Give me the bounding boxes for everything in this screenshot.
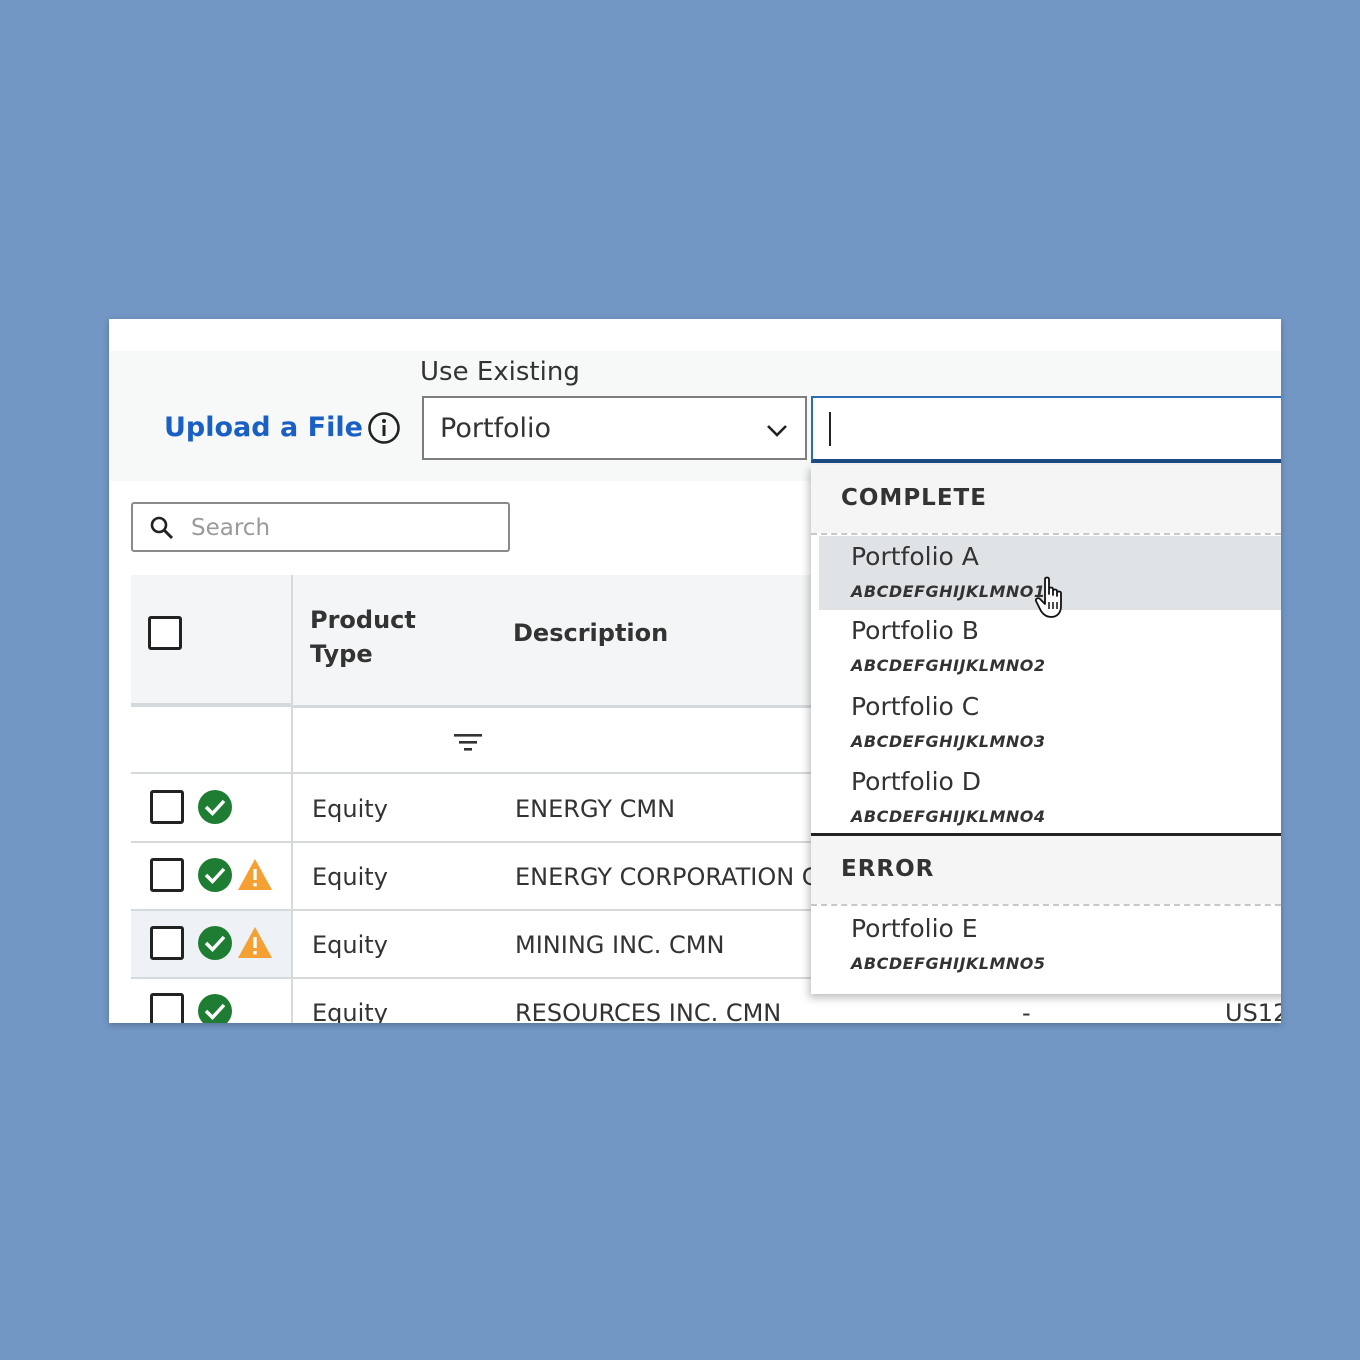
cell-product-type: Equity [312,931,388,959]
group-label: COMPLETE [841,485,987,511]
option-code: ABCDEFGHIJKLMNO3 [851,732,1046,751]
column-header-product-type[interactable]: Product Type [310,603,430,671]
check-circle-icon [198,858,232,892]
option-portfolio-c[interactable]: Portfolio C ABCDEFGHIJKLMNO3 [819,686,1281,760]
option-name: Portfolio A [851,542,979,571]
check-circle-icon [198,926,232,960]
hand-pointer-icon [1034,576,1062,618]
warning-icon [238,927,272,958]
option-portfolio-d[interactable]: Portfolio D ABCDEFGHIJKLMNO4 [819,761,1281,835]
select-all-checkbox[interactable] [148,616,182,650]
cell-description: MINING INC. CMN [515,931,725,959]
table-row[interactable]: Equity ENERGY CMN [131,775,831,841]
source-type-select[interactable]: Portfolio [422,396,807,460]
table-row[interactable]: Equity MINING INC. CMN [131,911,831,977]
option-code: ABCDEFGHIJKLMNO4 [851,807,1046,826]
row-checkbox[interactable] [150,790,184,824]
row-checkbox[interactable] [150,993,184,1023]
source-type-value: Portfolio [440,413,552,444]
search-field[interactable] [131,502,510,552]
chevron-down-icon [767,425,787,437]
option-code: ABCDEFGHIJKLMNO5 [851,954,1046,973]
info-icon[interactable] [367,411,401,445]
header-divider [131,703,291,707]
cell-product-type: Equity [312,795,388,823]
group-divider [811,904,1281,906]
cell-description: ENERGY CORPORATION CMN [515,863,858,891]
check-circle-icon [198,994,232,1023]
option-code: ABCDEFGHIJKLMNO1 [851,582,1046,601]
text-caret [829,412,831,446]
cell-product-type: Equity [312,863,388,891]
group-header-error: ERROR [811,836,1281,904]
filter-row-divider [131,772,831,774]
group-header-complete: COMPLETE [811,465,1281,533]
table-row[interactable]: Equity ENERGY CORPORATION CMN [131,843,857,909]
cell-code: US12 [1225,999,1281,1023]
use-existing-label: Use Existing [420,357,580,387]
upload-panel: Upload a File Use Existing Portfolio Pro… [109,319,1281,1023]
warning-icon [238,859,272,890]
option-name: Portfolio C [851,692,980,721]
search-input[interactable] [189,510,493,546]
group-label: ERROR [841,856,935,882]
cell-extra: - [1022,999,1031,1023]
upload-file-link[interactable]: Upload a File [164,412,363,443]
portfolio-dropdown: COMPLETE Portfolio A ABCDEFGHIJKLMNO1 Po… [811,465,1281,994]
cell-product-type: Equity [312,999,388,1023]
option-name: Portfolio B [851,616,979,645]
filter-icon[interactable] [453,730,483,754]
row-checkbox[interactable] [150,926,184,960]
row-checkbox[interactable] [150,858,184,892]
column-header-description[interactable]: Description [513,619,668,647]
group-divider [811,533,1281,535]
option-name: Portfolio D [851,767,982,796]
option-name: Portfolio E [851,914,978,943]
option-code: ABCDEFGHIJKLMNO2 [851,656,1046,675]
portfolio-combo-input[interactable] [811,396,1281,463]
option-portfolio-b[interactable]: Portfolio B ABCDEFGHIJKLMNO2 [819,610,1281,684]
table-row[interactable]: Equity RESOURCES INC. CMN [131,979,831,1023]
table-header [131,575,831,705]
header-divider [293,705,831,708]
option-portfolio-e[interactable]: Portfolio E ABCDEFGHIJKLMNO5 [819,908,1281,982]
cell-description: ENERGY CMN [515,795,676,823]
search-icon [150,516,174,540]
check-circle-icon [198,790,232,824]
cell-description: RESOURCES INC. CMN [515,999,782,1023]
